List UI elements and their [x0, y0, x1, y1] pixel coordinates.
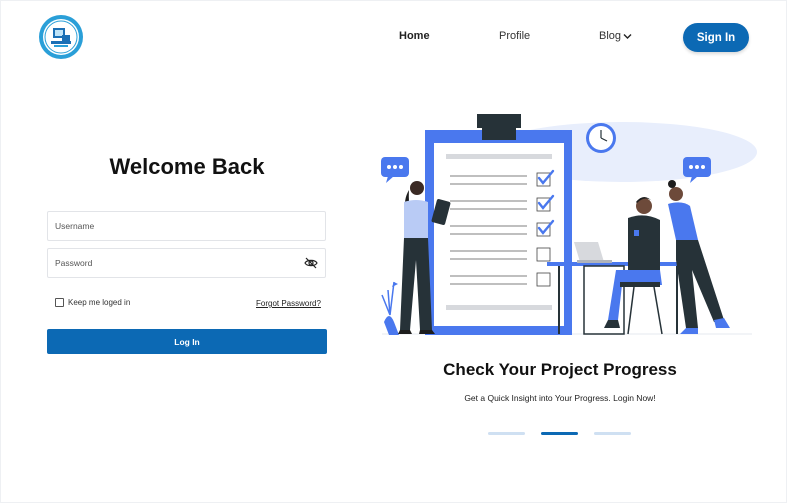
nav-blog[interactable]: Blog: [599, 30, 632, 42]
carousel-indicators: [488, 432, 631, 435]
eye-off-icon[interactable]: [304, 256, 318, 270]
username-input[interactable]: [55, 212, 295, 240]
carousel-dot-3[interactable]: [594, 432, 631, 435]
page-title: Welcome Back: [109, 154, 265, 179]
logo-icon[interactable]: [38, 14, 84, 60]
nav-blog-label: Blog: [599, 30, 622, 42]
chevron-down-icon: [623, 33, 632, 39]
keep-logged-in[interactable]: Keep me loged in: [55, 298, 130, 307]
project-checklist-illustration: [381, 114, 757, 335]
promo-title: Check Your Project Progress: [443, 360, 677, 379]
forgot-password-link[interactable]: Forgot Password?: [256, 299, 321, 308]
nav-profile[interactable]: Profile: [499, 30, 530, 42]
carousel-dot-2[interactable]: [541, 432, 578, 435]
password-field-box: [47, 248, 326, 278]
keep-logged-in-label: Keep me loged in: [68, 298, 131, 307]
sign-in-button[interactable]: Sign In: [683, 23, 749, 52]
username-field-box: [47, 211, 326, 241]
promo-subtitle: Get a Quick Insight into Your Progress. …: [464, 393, 656, 403]
carousel-dot-1[interactable]: [488, 432, 525, 435]
password-input[interactable]: [55, 249, 295, 277]
log-in-button[interactable]: Log In: [47, 329, 327, 354]
nav-home[interactable]: Home: [399, 30, 430, 42]
keep-logged-in-checkbox[interactable]: [55, 298, 64, 307]
